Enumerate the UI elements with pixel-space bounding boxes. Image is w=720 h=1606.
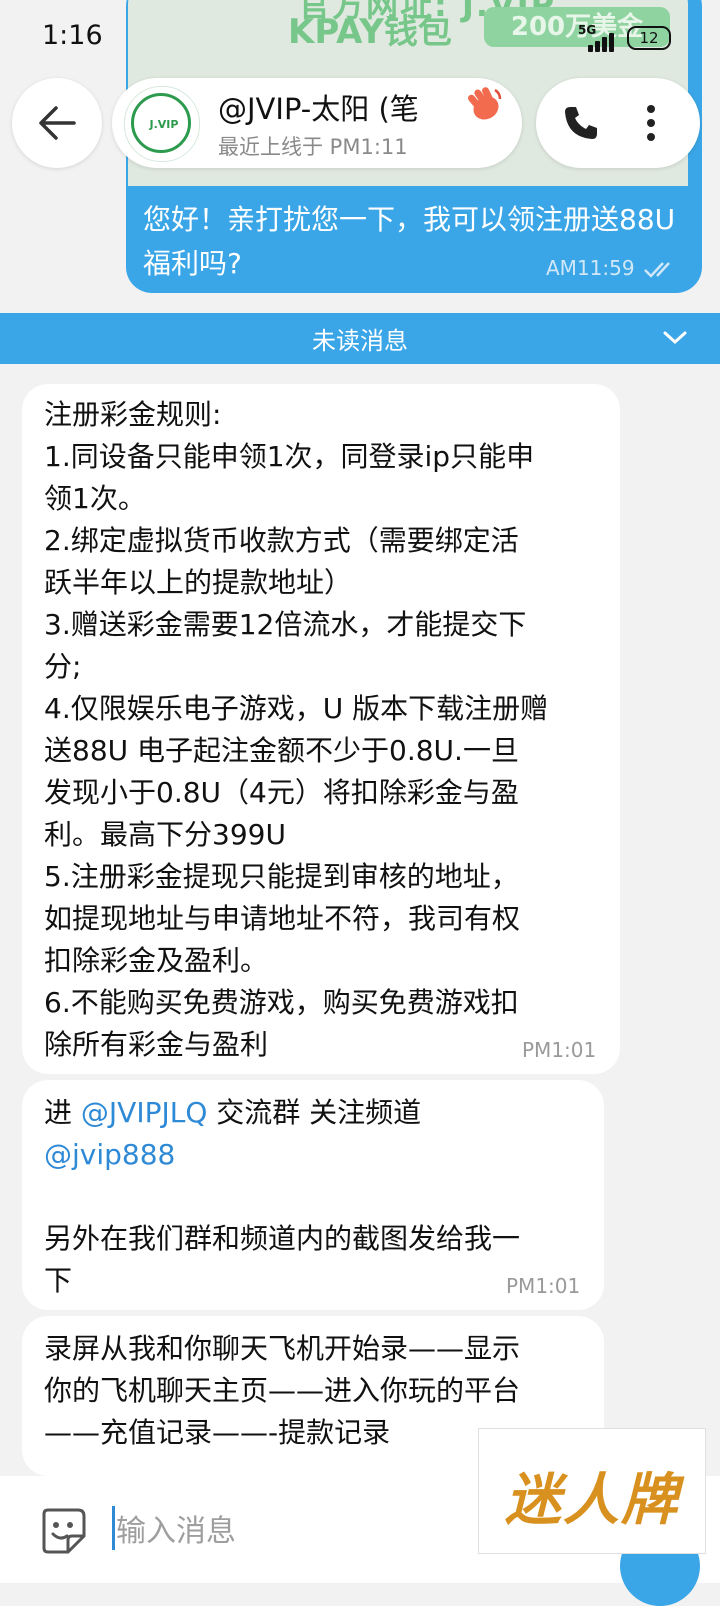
message-text: 进 bbox=[44, 1096, 81, 1129]
message-line: 跃半年以上的提款地址） bbox=[44, 566, 353, 599]
message-line: 利。最高下分399U bbox=[44, 818, 286, 851]
last-seen-status: 最近上线于 PM1:11 bbox=[218, 135, 408, 159]
message-line: 分; bbox=[44, 650, 82, 683]
message-text: 交流群 关注频道 bbox=[207, 1096, 422, 1129]
message-line: 另外在我们群和频道内的截图发给我一 bbox=[44, 1222, 521, 1255]
signal-icon bbox=[588, 30, 618, 52]
header-actions bbox=[536, 78, 700, 168]
avatar[interactable]: J.VIP bbox=[124, 86, 200, 162]
message-line: 发现小于0.8U（4元）将扣除彩金与盈 bbox=[44, 776, 519, 809]
chat-name: @JVIP-太阳 (笔 bbox=[218, 92, 419, 126]
message-line: ——充值记录——-提款记录 bbox=[44, 1416, 391, 1449]
channel-link[interactable]: @jvip888 bbox=[44, 1134, 175, 1176]
read-ticks-icon bbox=[644, 262, 670, 278]
more-vertical-icon[interactable] bbox=[646, 104, 656, 142]
chevron-down-icon[interactable] bbox=[662, 329, 688, 347]
message-line: 6.不能购买免费游戏，购买免费游戏扣 bbox=[44, 986, 519, 1019]
waving-hand-icon bbox=[467, 87, 502, 120]
back-arrow-icon bbox=[39, 106, 76, 140]
group-link[interactable]: @JVIPJLQ bbox=[81, 1096, 207, 1129]
phone-icon[interactable] bbox=[562, 104, 600, 142]
message-line: 下 bbox=[44, 1264, 73, 1297]
avatar-label: J.VIP bbox=[149, 118, 179, 131]
message-line: 1.同设备只能申领1次，同登录ip只能申 bbox=[44, 440, 535, 473]
back-button[interactable] bbox=[12, 78, 102, 168]
battery-icon: 12 bbox=[627, 26, 671, 50]
message-line: 送88U 电子起注金额不少于0.8U.一旦 bbox=[44, 734, 519, 767]
watermark: 迷人牌 bbox=[478, 1428, 706, 1554]
message-line: 3.赠送彩金需要12倍流水，才能提交下 bbox=[44, 608, 527, 641]
sticker-icon[interactable] bbox=[38, 1506, 88, 1556]
message-line: 如提现地址与申请地址不符，我司有权 bbox=[44, 902, 521, 935]
incoming-message-bubble[interactable]: 进 @JVIPJLQ 交流群 关注频道 @jvip888 另外在我们群和频道内的… bbox=[22, 1080, 604, 1310]
message-line: 领1次。 bbox=[44, 482, 146, 515]
message-line: 录屏从我和你聊天飞机开始录——显示 bbox=[44, 1332, 521, 1365]
message-input[interactable]: 输入消息 bbox=[116, 1506, 236, 1550]
message-line: 注册彩金规则: bbox=[44, 398, 222, 431]
avatar-logo: J.VIP bbox=[131, 93, 191, 153]
message-line: 4.仅限娱乐电子游戏，U 版本下载注册赠 bbox=[44, 692, 549, 725]
message-time: PM1:01 bbox=[522, 1038, 597, 1062]
status-time: 1:16 bbox=[42, 20, 103, 51]
message-line: 除所有彩金与盈利 bbox=[44, 1028, 269, 1061]
message-line: 扣除彩金及盈利。 bbox=[44, 944, 269, 977]
watermark-text: 迷人牌 bbox=[505, 1467, 679, 1533]
text-cursor bbox=[112, 1506, 115, 1550]
incoming-message-bubble[interactable]: 注册彩金规则: 1.同设备只能申领1次，同登录ip只能申 领1次。 2.绑定虚拟… bbox=[22, 384, 620, 1074]
unread-messages-divider: 未读消息 bbox=[0, 313, 720, 364]
banner-text-wallet: KPAY钱包 bbox=[288, 12, 452, 52]
message-time: PM1:01 bbox=[506, 1274, 581, 1298]
message-line: 5.注册彩金提现只能提到审核的地址， bbox=[44, 860, 519, 893]
unread-label: 未读消息 bbox=[312, 327, 408, 355]
message-line: 进 @JVIPJLQ 交流群 关注频道 bbox=[44, 1092, 421, 1134]
outgoing-message-time: AM11:59 bbox=[546, 256, 635, 280]
message-line: 你的飞机聊天主页——进入你玩的平台 bbox=[44, 1374, 521, 1407]
message-line: 2.绑定虚拟货币收款方式（需要绑定活 bbox=[44, 524, 519, 557]
